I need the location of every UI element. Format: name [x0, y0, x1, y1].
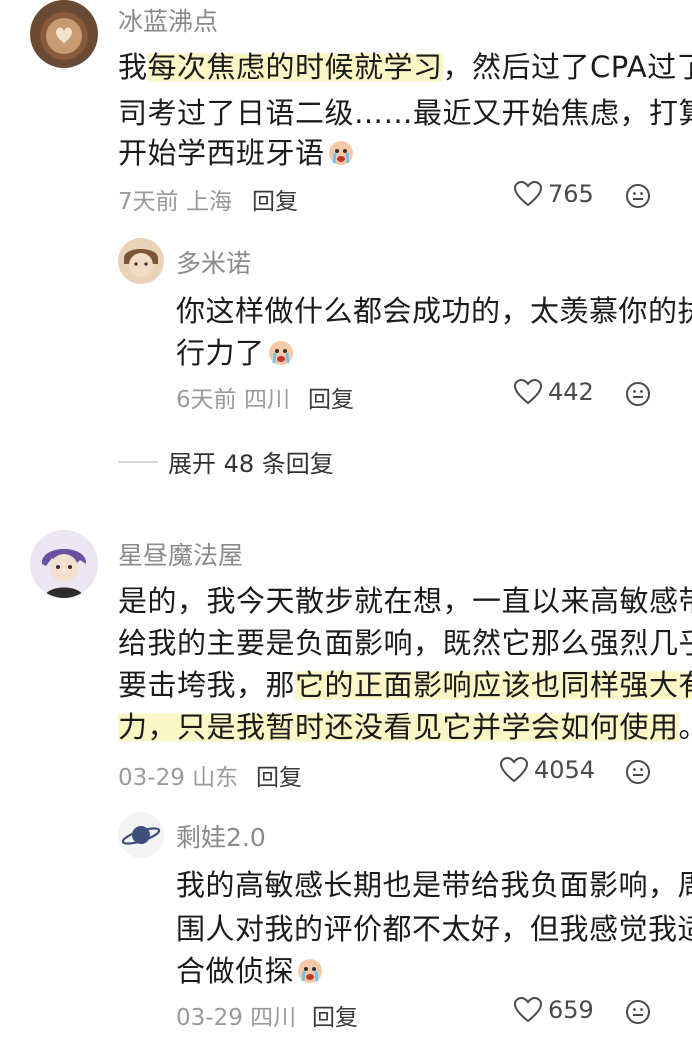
avatar[interactable] — [118, 238, 164, 284]
text-segment: 开始学西班牙语 — [118, 136, 325, 170]
like-button[interactable]: 442 — [514, 378, 594, 406]
text-segment: 行力了 — [176, 336, 265, 370]
heart-icon — [514, 997, 542, 1023]
emoji-reaction-icon[interactable] — [625, 759, 651, 785]
comment-meta: 6天前 四川 — [176, 380, 290, 414]
comment-text-line: 我每次焦虑的时候就学习，然后过了CPA过了 — [118, 44, 692, 86]
location: 山东 — [192, 765, 239, 791]
timestamp: 03-29 — [118, 765, 185, 791]
comment-meta: 7天前 上海 — [118, 182, 232, 216]
crying-face-icon — [298, 959, 323, 983]
like-count: 442 — [548, 378, 594, 406]
crying-face-icon — [328, 141, 353, 165]
text-segment: 合做侦探 — [176, 954, 295, 988]
username[interactable]: 剩娃2.0 — [176, 818, 266, 854]
emoji-reaction-icon[interactable] — [625, 183, 651, 209]
timestamp: 7天前 — [118, 189, 179, 215]
location: 上海 — [185, 189, 232, 215]
text-segment: 要击垮我，那 — [118, 668, 296, 702]
like-count: 765 — [548, 180, 594, 208]
comment-text-line: 是的，我今天散步就在想，一直以来高敏感带 — [118, 584, 692, 618]
heart-icon — [514, 181, 542, 207]
comment-text-line: 合做侦探 — [176, 948, 324, 990]
comment-meta: 03-29 四川 — [176, 998, 296, 1032]
emoji-reaction-icon[interactable] — [625, 999, 651, 1025]
reply-button[interactable]: 回复 — [252, 182, 298, 216]
comment-text-line: 司考过了日语二级……最近又开始焦虑，打算 — [118, 96, 692, 130]
like-button[interactable]: 659 — [514, 996, 594, 1024]
comment-text-line: 给我的主要是负面影响，既然它那么强烈几乎 — [118, 626, 692, 660]
comment-meta: 03-29 山东 — [118, 758, 238, 792]
highlighted-text: 它的正面影响应该也同样强大有 — [295, 668, 692, 702]
avatar[interactable] — [30, 0, 98, 68]
like-count: 659 — [548, 996, 594, 1024]
comment-text-line: 行力了 — [176, 330, 295, 372]
timestamp: 6天前 — [176, 387, 237, 413]
reply-button[interactable]: 回复 — [256, 758, 302, 792]
timestamp: 03-29 — [176, 1005, 243, 1031]
emoji-reaction-icon[interactable] — [625, 381, 651, 407]
location: 四川 — [243, 387, 290, 413]
location: 四川 — [250, 1005, 297, 1031]
like-count: 4054 — [534, 756, 596, 784]
text-segment: 我 — [118, 50, 148, 84]
username[interactable]: 多米诺 — [176, 244, 251, 280]
like-button[interactable]: 765 — [514, 180, 594, 208]
reply-button[interactable]: 回复 — [312, 998, 358, 1032]
comment-text-line: 要击垮我，那它的正面影响应该也同样强大有 — [118, 662, 692, 704]
comment-text-line: 开始学西班牙语 — [118, 130, 355, 172]
heart-icon — [500, 757, 528, 783]
avatar[interactable] — [118, 812, 164, 858]
username[interactable]: 星昼魔法屋 — [118, 536, 243, 572]
comment-text-line: 我的高敏感长期也是带给我负面影响，周 — [176, 868, 692, 902]
expand-replies-label: 展开 48 条回复 — [168, 450, 334, 478]
comment-text-line: 你这样做什么都会成功的，太羡慕你的执 — [176, 294, 692, 328]
expand-replies-button[interactable]: 展开 48 条回复 — [118, 444, 334, 479]
comment-text-line: 力，只是我暂时还没看见它并学会如何使用。 — [118, 704, 692, 746]
reply-button[interactable]: 回复 — [308, 380, 354, 414]
crying-face-icon — [268, 341, 293, 365]
divider — [118, 460, 158, 463]
username[interactable]: 冰蓝沸点 — [118, 2, 218, 38]
like-button[interactable]: 4054 — [500, 756, 595, 784]
highlighted-text: 力，只是我暂时还没看见它并学会如何使用 — [118, 710, 679, 744]
comment-text-line: 围人对我的评价都不太好，但我感觉我适 — [176, 912, 692, 946]
text-segment: 。 — [679, 710, 692, 744]
text-segment: ，然后过了CPA过了 — [442, 50, 692, 84]
heart-icon — [514, 379, 542, 405]
highlighted-text: 每次焦虑的时候就学习 — [147, 50, 443, 84]
avatar[interactable] — [30, 530, 98, 598]
